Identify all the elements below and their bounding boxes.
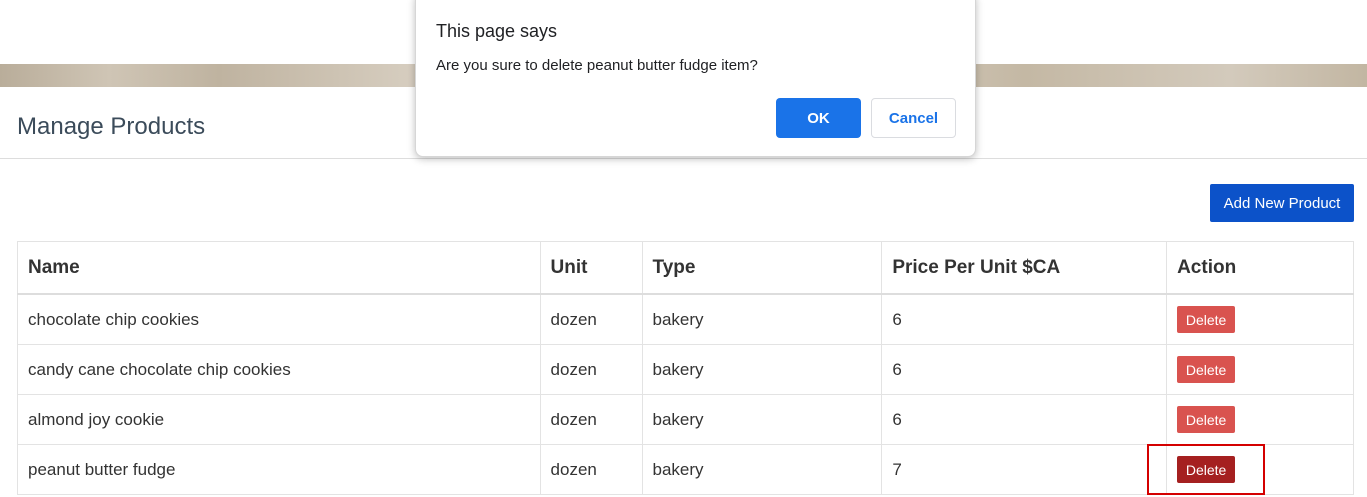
- cell-unit: dozen: [539, 344, 643, 395]
- column-header-type: Type: [641, 241, 883, 295]
- table-row: peanut butter fudge dozen bakery 7 Delet…: [17, 444, 1354, 495]
- dialog-message: Are you sure to delete peanut butter fud…: [436, 57, 758, 74]
- products-table: Name Unit Type Price Per Unit $CA Action…: [17, 241, 1354, 495]
- page-title: Manage Products: [17, 113, 206, 140]
- cell-unit: dozen: [539, 394, 643, 445]
- cell-action: Delete: [1166, 444, 1354, 495]
- dialog-title: This page says: [436, 21, 558, 41]
- table-header-row: Name Unit Type Price Per Unit $CA Action: [17, 241, 1354, 295]
- cell-name: peanut butter fudge: [17, 444, 541, 495]
- dialog-cancel-button[interactable]: Cancel: [871, 98, 956, 138]
- confirm-dialog: This page says Are you sure to delete pe…: [415, 0, 976, 157]
- cell-action: Delete: [1166, 293, 1354, 345]
- cell-action: Delete: [1166, 394, 1354, 445]
- column-header-action: Action: [1166, 241, 1354, 295]
- cell-unit: dozen: [539, 293, 643, 345]
- cell-unit: dozen: [539, 444, 643, 495]
- table-row: candy cane chocolate chip cookies dozen …: [17, 344, 1354, 395]
- column-header-unit: Unit: [539, 241, 643, 295]
- cell-price: 6: [881, 293, 1168, 345]
- cell-type: bakery: [641, 394, 883, 445]
- column-header-name: Name: [17, 241, 541, 295]
- cell-type: bakery: [641, 293, 883, 345]
- cell-name: almond joy cookie: [17, 394, 541, 445]
- cell-price: 6: [881, 394, 1168, 445]
- title-divider: [0, 158, 1367, 159]
- table-row: chocolate chip cookies dozen bakery 6 De…: [17, 293, 1354, 345]
- cell-price: 7: [881, 444, 1168, 495]
- cell-name: chocolate chip cookies: [17, 293, 541, 345]
- delete-button[interactable]: Delete: [1177, 306, 1236, 333]
- cell-name: candy cane chocolate chip cookies: [17, 344, 541, 395]
- column-header-price: Price Per Unit $CA: [881, 241, 1168, 295]
- cell-price: 6: [881, 344, 1168, 395]
- table-row: almond joy cookie dozen bakery 6 Delete: [17, 394, 1354, 445]
- page: Manage Products Add New Product Name Uni…: [0, 0, 1367, 497]
- delete-button[interactable]: Delete: [1177, 406, 1236, 433]
- delete-button-peanut-butter-fudge[interactable]: Delete: [1177, 456, 1236, 483]
- dialog-ok-button[interactable]: OK: [776, 98, 861, 138]
- cell-type: bakery: [641, 344, 883, 395]
- cell-type: bakery: [641, 444, 883, 495]
- add-new-product-button[interactable]: Add New Product: [1210, 184, 1354, 222]
- cell-action: Delete: [1166, 344, 1354, 395]
- delete-button[interactable]: Delete: [1177, 356, 1236, 383]
